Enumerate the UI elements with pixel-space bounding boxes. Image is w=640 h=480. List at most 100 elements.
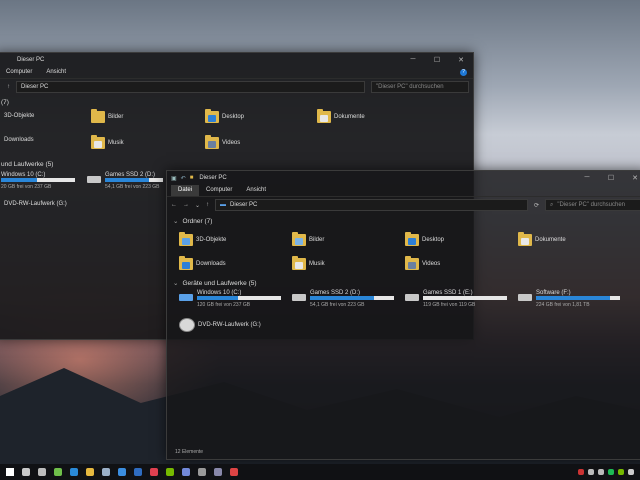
up-icon[interactable]: ↑ — [7, 84, 10, 90]
folder-desktop[interactable]: Desktop — [205, 109, 244, 123]
up-icon[interactable]: ↑ — [206, 202, 209, 208]
windows-drive-icon — [179, 294, 193, 301]
folder-bilder[interactable]: Bilder — [91, 109, 123, 123]
folder-icon — [317, 109, 331, 123]
file-explorer-icon[interactable] — [86, 468, 94, 476]
maximize-icon[interactable]: ☐ — [599, 174, 623, 182]
drive-icon — [518, 294, 532, 301]
title-bar[interactable]: Dieser PC ─ ☐ ✕ — [0, 53, 473, 67]
ribbon-tabs: Computer Ansicht ? — [0, 67, 473, 79]
volume-icon[interactable] — [598, 469, 604, 475]
chevron-down-icon: ⌄ — [173, 218, 179, 225]
settings-icon[interactable] — [198, 468, 206, 476]
security-icon[interactable] — [578, 469, 584, 475]
mail-icon[interactable] — [134, 468, 142, 476]
maximize-icon[interactable]: ☐ — [425, 56, 449, 64]
folder-icon — [179, 256, 193, 270]
folders-header[interactable]: (7) — [1, 99, 9, 106]
address-bar-row: ↑ Dieser PC "Dieser PC" durchsuchen — [0, 79, 473, 95]
forward-icon[interactable]: → — [183, 202, 189, 208]
drive-c[interactable]: Windows 10 (C:) 20 GB frei von 237 GB — [0, 172, 83, 195]
folder-3d[interactable]: 3D-Objekte — [1, 113, 34, 119]
title-bar[interactable]: ▣ ↶ ■ Dieser PC ─ ☐ ✕ — [167, 171, 640, 185]
folder-musik[interactable]: Musik — [292, 256, 325, 270]
start-icon[interactable] — [6, 468, 14, 476]
notification-icon[interactable] — [628, 469, 634, 475]
minimize-icon[interactable]: ─ — [575, 174, 599, 182]
network-icon[interactable] — [588, 469, 594, 475]
explorer-window[interactable]: ▣ ↶ ■ Dieser PC ─ ☐ ✕ Datei Computer Ans… — [166, 170, 640, 460]
refresh-icon[interactable]: ⟳ — [534, 202, 539, 209]
dvd-icon — [179, 318, 195, 332]
close-icon[interactable]: ✕ — [623, 174, 640, 182]
folder-bilder[interactable]: Bilder — [292, 232, 324, 246]
tab-datei[interactable]: Datei — [171, 185, 200, 196]
search-input[interactable]: "Dieser PC" durchsuchen — [371, 81, 469, 93]
pc-icon: ▬ — [220, 202, 227, 208]
drive-e[interactable]: Games SSD 1 (E:) 119 GB frei von 119 GB — [405, 290, 515, 313]
system-tray — [578, 469, 634, 475]
folder-videos[interactable]: Videos — [405, 256, 440, 270]
address-bar[interactable]: Dieser PC — [16, 81, 365, 93]
drives-header[interactable]: ⌄ Geräte und Laufwerke (5) — [173, 279, 257, 288]
folder-dokumente[interactable]: Dokumente — [317, 109, 365, 123]
folder-icon — [205, 135, 219, 149]
edge-icon[interactable] — [70, 468, 78, 476]
folder-icon — [405, 232, 419, 246]
folder-musik[interactable]: Musik — [91, 135, 124, 149]
undo-icon[interactable]: ↶ — [181, 175, 186, 182]
task-view-icon[interactable] — [38, 468, 46, 476]
photos-icon[interactable] — [230, 468, 238, 476]
gpu-icon[interactable] — [618, 469, 624, 475]
spotify-icon[interactable] — [608, 469, 614, 475]
taskbar — [0, 464, 640, 480]
tab-ansicht[interactable]: Ansicht — [239, 185, 273, 196]
drive-icon — [292, 294, 306, 301]
folder-dokumente[interactable]: Dokumente — [518, 232, 566, 246]
dvd-drive[interactable]: DVD-RW-Laufwerk (G:) — [1, 201, 67, 207]
window-title: Dieser PC — [17, 57, 45, 63]
drives-header[interactable]: und Laufwerke (5) — [1, 161, 53, 168]
folder-desktop[interactable]: Desktop — [405, 232, 444, 246]
drive-icon — [405, 294, 419, 301]
folders-header[interactable]: ⌄ Ordner (7) — [173, 217, 212, 226]
search-icon[interactable] — [22, 468, 30, 476]
close-icon[interactable]: ✕ — [449, 56, 473, 64]
save-icon[interactable]: ▣ — [171, 175, 177, 182]
minimize-icon[interactable]: ─ — [401, 56, 425, 64]
folder-videos[interactable]: Videos — [205, 135, 240, 149]
address-bar-row: ← → ⌄ ↑ ▬ Dieser PC ⟳ ⌕ "Dieser PC" durch… — [167, 197, 640, 213]
help-icon[interactable]: ? — [460, 69, 467, 76]
address-bar[interactable]: ▬ Dieser PC — [215, 199, 528, 211]
folder-icon — [292, 232, 306, 246]
discord-icon[interactable] — [182, 468, 190, 476]
drive-f[interactable]: Software (F:) 224 GB frei von 1,81 TB — [518, 290, 628, 313]
tab-ansicht[interactable]: Ansicht — [39, 67, 73, 78]
tab-computer[interactable]: Computer — [199, 185, 239, 196]
folder-icon — [292, 256, 306, 270]
window-title: Dieser PC — [199, 175, 227, 181]
tab-computer[interactable]: Computer — [0, 67, 39, 78]
search-input[interactable]: ⌕ "Dieser PC" durchsuchen — [545, 199, 640, 211]
store-icon[interactable] — [118, 468, 126, 476]
xbox-icon[interactable] — [54, 468, 62, 476]
back-icon[interactable]: ← — [171, 202, 177, 208]
steam-icon[interactable] — [102, 468, 110, 476]
folder-icon — [91, 135, 105, 149]
drive-d[interactable]: Games SSD 2 (D:) 54,1 GB frei von 223 GB — [292, 290, 402, 313]
media-icon[interactable] — [150, 468, 158, 476]
ribbon-tabs: Datei Computer Ansicht — [167, 185, 640, 197]
folder-downloads[interactable]: Downloads — [1, 137, 34, 143]
folder-icon — [205, 109, 219, 123]
recent-chevron-icon[interactable]: ⌄ — [195, 202, 200, 209]
folder-small-icon[interactable]: ■ — [190, 175, 194, 181]
folder-icon — [91, 109, 105, 123]
drive-c[interactable]: Windows 10 (C:) 120 GB frei von 237 GB — [179, 290, 289, 313]
folder-3d-objekte[interactable]: 3D-Objekte — [179, 232, 226, 246]
camera-icon[interactable] — [214, 468, 222, 476]
folder-downloads[interactable]: Downloads — [179, 256, 226, 270]
chevron-down-icon: ⌄ — [173, 280, 179, 287]
folder-icon — [405, 256, 419, 270]
dvd-drive[interactable]: DVD-RW-Laufwerk (G:) — [179, 318, 261, 332]
nvidia-icon[interactable] — [166, 468, 174, 476]
